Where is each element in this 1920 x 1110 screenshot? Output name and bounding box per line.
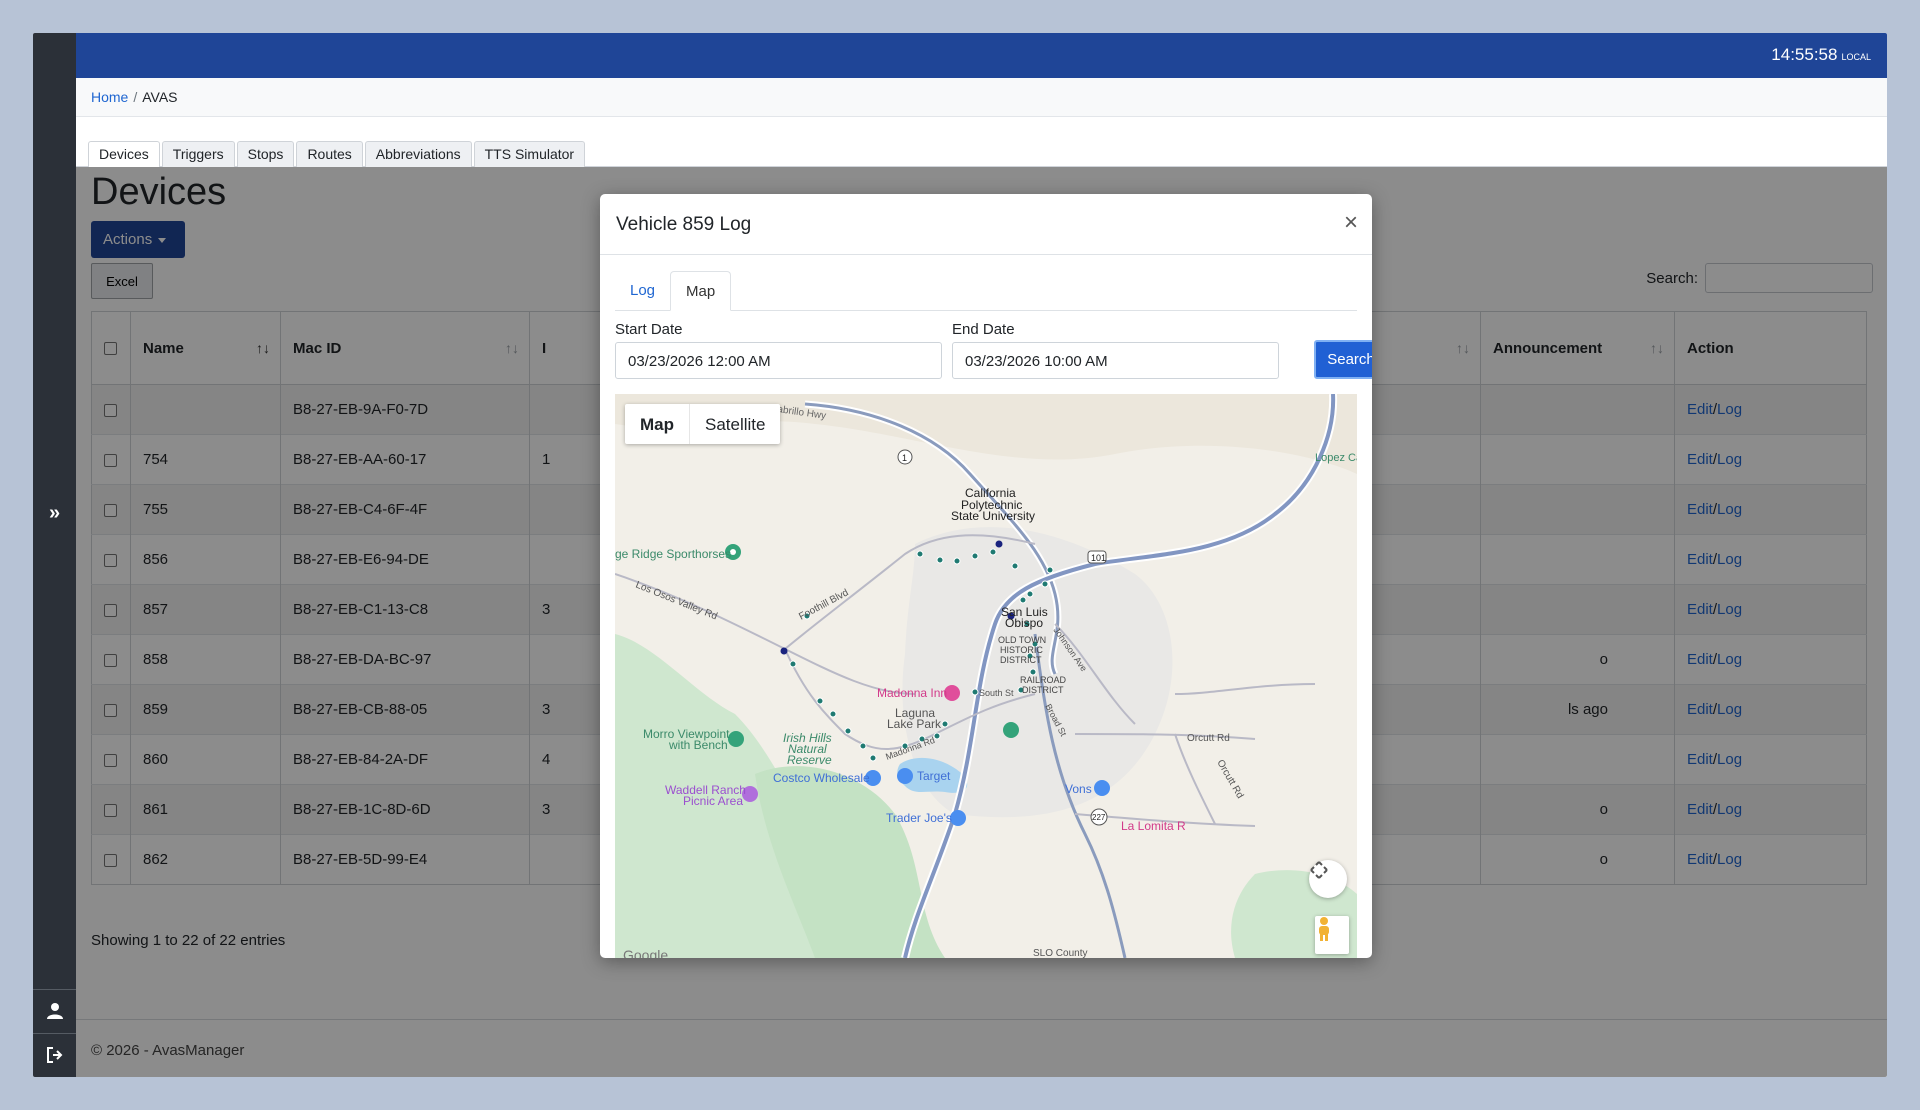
clock: 14:55:58 LOCAL (1771, 45, 1871, 65)
map-label-vons: Vons (1065, 782, 1092, 796)
sidebar: » (33, 33, 76, 1077)
route-point (953, 557, 961, 565)
map-type-satellite[interactable]: Satellite (690, 404, 780, 444)
route-point (1026, 590, 1034, 598)
breadcrumb: Home / AVAS (76, 78, 1887, 117)
park-icon (728, 731, 744, 747)
map-type-toggle: Map Satellite (625, 404, 781, 444)
map-label-los-osos: Los Osos Valley Rd (634, 580, 719, 623)
route-point (829, 710, 837, 718)
route-point (816, 697, 824, 705)
shopping-icon (1094, 780, 1110, 796)
route-point (989, 548, 997, 556)
map-label-oldtown-2: HISTORIC (1000, 645, 1043, 655)
tab-tts-simulator[interactable]: TTS Simulator (473, 141, 586, 167)
vehicle-log-modal: Vehicle 859 Log × Log Map Start Date 03/… (600, 194, 1372, 958)
clock-zone: LOCAL (1841, 52, 1871, 62)
route-point (936, 556, 944, 564)
route-point (859, 742, 867, 750)
end-date-label: End Date (952, 321, 1015, 338)
map-label-hw227: 227 (1092, 813, 1106, 822)
modal-tabs: Log Map (615, 271, 1357, 311)
route-point (933, 732, 941, 740)
map-canvas: Cabrillo Hwy Lopez Ca California Polytec… (615, 394, 1357, 958)
map-label-railroad-1: RAILROAD (1020, 675, 1067, 685)
map-label-hw1: 1 (902, 453, 907, 463)
search-button[interactable]: Search (1314, 340, 1372, 379)
modal-header: Vehicle 859 Log × (600, 194, 1372, 255)
map-label-waddell-2: Picnic Area (683, 794, 743, 808)
route-point (941, 720, 949, 728)
park-icon (1003, 722, 1019, 738)
map-label-sporthorses: ge Ridge Sporthorses (615, 547, 731, 561)
map-label-railroad-2: DISTRICT (1022, 685, 1064, 695)
orcutt-rd-2 (1174, 733, 1216, 825)
map-label-south: South St (979, 688, 1014, 698)
tab-abbreviations[interactable]: Abbreviations (364, 141, 472, 167)
route-point (971, 688, 979, 696)
tab-map[interactable]: Map (670, 271, 732, 311)
vehicle-position (995, 540, 1003, 548)
map-label-slo-county: SLO County (1033, 948, 1087, 958)
tab-log[interactable]: Log (615, 271, 670, 310)
end-date-input[interactable]: 03/23/2026 10:00 AM (952, 342, 1279, 379)
route-point (844, 727, 852, 735)
close-icon[interactable]: × (1344, 211, 1358, 235)
map-label-lopez: Lopez Ca (1315, 452, 1357, 464)
user-icon[interactable] (33, 989, 76, 1031)
map-label-orcutt-2: Orcutt Rd (1214, 758, 1245, 801)
route-point (1019, 596, 1027, 604)
map-label-oldtown-1: OLD TOWN (998, 635, 1046, 645)
map-label-calpoly-3: State University (951, 509, 1035, 523)
section-tabs: Devices Triggers Stops Routes Abbreviati… (76, 117, 1887, 167)
tab-devices[interactable]: Devices (88, 141, 160, 167)
route-point (1011, 562, 1019, 570)
map-label-madonna: Madonna Inn (877, 686, 947, 700)
route-point (916, 550, 924, 558)
fullscreen-icon[interactable] (1309, 860, 1347, 898)
breadcrumb-separator: / (133, 89, 138, 105)
map-label-morro-2: with Bench (668, 738, 728, 752)
tab-routes[interactable]: Routes (296, 141, 363, 167)
route-point (1046, 566, 1054, 574)
tab-triggers[interactable]: Triggers (161, 141, 235, 167)
road (1174, 683, 1316, 695)
map-label-oldtown-3: DISTRICT (1000, 655, 1042, 665)
map-label-slo-2: Obispo (1005, 616, 1043, 630)
app-window: » 14:55:58 LOCAL Home / AVAS Devices Trigge… (33, 33, 1887, 1077)
start-date-label: Start Date (615, 321, 683, 338)
clock-time: 14:55:58 (1771, 45, 1838, 64)
shopping-icon (950, 810, 966, 826)
breadcrumb-current: AVAS (142, 89, 178, 105)
tab-stops[interactable]: Stops (236, 141, 295, 167)
map-label-la-lomita: La Lomita R (1121, 819, 1186, 833)
breadcrumb-home[interactable]: Home (91, 89, 128, 105)
modal-title: Vehicle 859 Log (616, 214, 752, 235)
map-label-target: Target (917, 769, 951, 783)
map-label-orcutt: Orcutt Rd (1187, 733, 1230, 744)
top-bar: 14:55:58 LOCAL (76, 33, 1887, 78)
expand-sidebar-icon[interactable]: » (33, 493, 76, 533)
vehicle-position (780, 647, 788, 655)
map-label-laguna-2: Lake Park (887, 717, 942, 731)
logout-icon[interactable] (33, 1033, 76, 1075)
route-point (971, 552, 979, 560)
shopping-icon (897, 768, 913, 784)
vehicle-map[interactable]: Cabrillo Hwy Lopez Ca California Polytec… (615, 394, 1357, 958)
map-label-traderjoes: Trader Joe's (886, 811, 952, 825)
route-point (1041, 580, 1049, 588)
street-view-pegman-icon[interactable] (1315, 916, 1349, 954)
map-type-map[interactable]: Map (625, 404, 690, 444)
map-label-hw101: 101 (1091, 553, 1106, 563)
map-label-irish-3: Reserve (787, 753, 832, 767)
map-label-costco: Costco Wholesale (773, 771, 870, 785)
route-point (869, 754, 877, 762)
google-logo: Google (623, 947, 668, 958)
route-point (789, 660, 797, 668)
start-date-input[interactable]: 03/23/2026 12:00 AM (615, 342, 942, 379)
